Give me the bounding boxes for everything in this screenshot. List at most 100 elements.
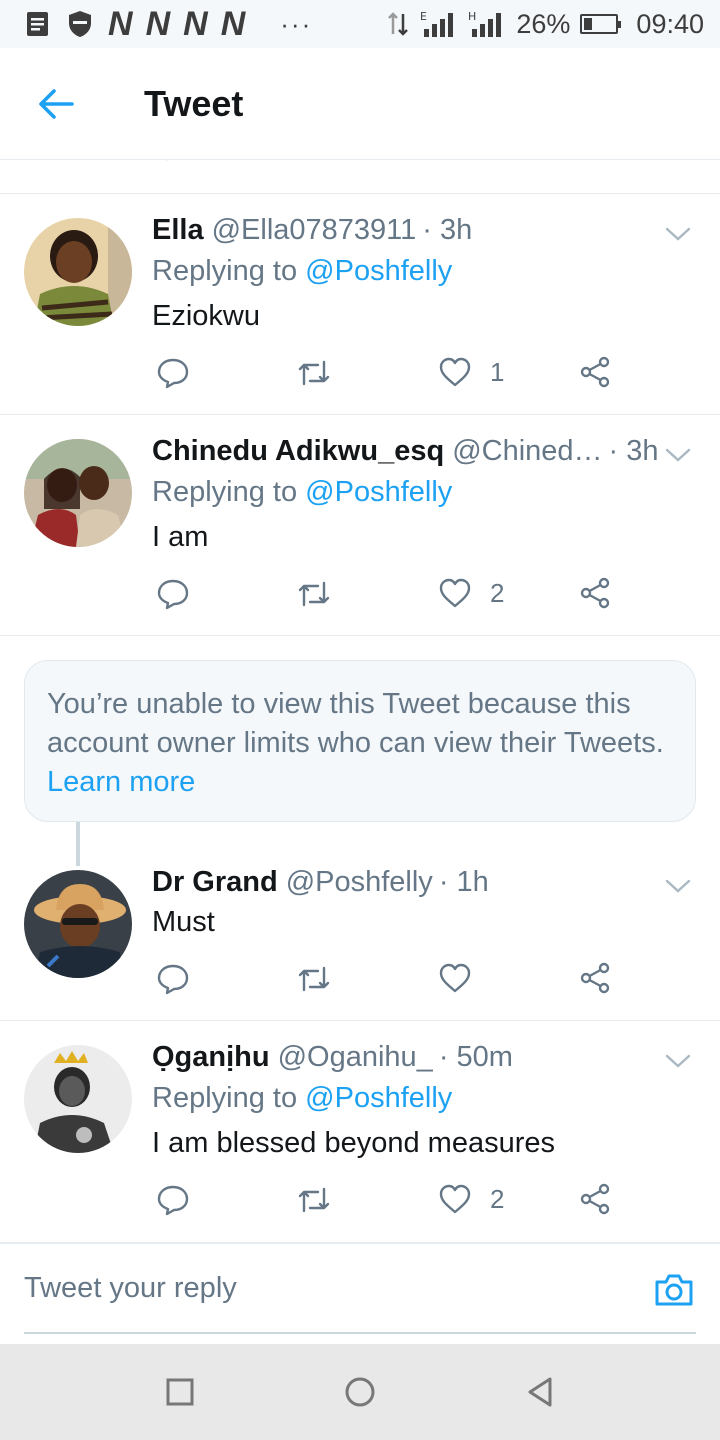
tweet-text: Must: [152, 906, 215, 938]
retweet-button[interactable]: [296, 577, 332, 611]
tweet-time: · 1h: [438, 866, 489, 898]
reply-bar: Tweet your reply: [0, 1242, 720, 1344]
tweet-header: Ella @Ella07873911 · 3h: [152, 214, 660, 247]
tweet-time: · 3h: [422, 214, 473, 246]
battery-percent: 26%: [516, 8, 571, 39]
retweet-button[interactable]: [296, 356, 332, 390]
tweet[interactable]: Chinedu Adikwu_esq @Chined… · 3h Replyin…: [0, 415, 720, 636]
reply-button[interactable]: [156, 356, 190, 390]
camera-icon: [655, 1274, 693, 1306]
reply-icon: [157, 579, 189, 610]
caret-down-icon[interactable]: [664, 445, 692, 465]
reply-icon: [157, 358, 189, 389]
home-circle-icon[interactable]: [340, 1372, 380, 1412]
avatar[interactable]: [24, 1045, 132, 1153]
tweet-header: Dr Grand @Poshfelly · 1h: [152, 866, 660, 899]
mention-link[interactable]: @Poshfelly: [305, 255, 452, 287]
like-count: 2: [490, 1183, 505, 1214]
replying-to: Replying to @Poshfelly: [152, 476, 452, 509]
status-right: E H 26% 09:40: [386, 9, 704, 40]
tweet-text: Eziokwu: [152, 300, 260, 332]
tweet-text: I am: [152, 521, 209, 553]
reply-button[interactable]: [156, 962, 190, 996]
mention-link[interactable]: @Poshfelly: [305, 476, 452, 508]
svg-text:E: E: [420, 10, 427, 23]
tweet-header: Ọganịhu @Oganihu_ · 50m: [152, 1041, 660, 1074]
user-handle[interactable]: @Ella07873911: [212, 214, 417, 247]
like-icon: [439, 578, 471, 608]
reply-input[interactable]: Tweet your reply: [24, 1244, 696, 1334]
more-notifications-dots: ···: [280, 8, 313, 39]
system-nav-bar: [0, 1344, 720, 1440]
back-button[interactable]: [16, 64, 96, 144]
share-icon: [580, 356, 610, 388]
share-button[interactable]: [578, 577, 612, 609]
like-button[interactable]: [438, 962, 490, 994]
battery-fill: [584, 18, 593, 30]
notification-n-icon: N: [108, 4, 133, 43]
avatar[interactable]: [24, 218, 132, 326]
action-bar: 1: [152, 356, 632, 396]
reply-button[interactable]: [156, 577, 190, 611]
like-icon: [439, 1184, 471, 1214]
tweet-time: · 3h: [608, 435, 659, 467]
learn-more-link[interactable]: Learn more: [47, 766, 195, 798]
like-button[interactable]: 2: [438, 577, 504, 609]
share-button[interactable]: [578, 1183, 612, 1215]
share-icon: [580, 577, 610, 609]
header: Tweet: [0, 48, 720, 160]
retweet-icon: [298, 1187, 330, 1213]
retweet-button[interactable]: [296, 1183, 332, 1217]
replying-to: Replying to @Poshfelly: [152, 255, 452, 288]
page-title: Tweet: [144, 82, 244, 124]
user-handle[interactable]: @Poshfelly: [286, 866, 433, 899]
mention-link[interactable]: @Poshfelly: [305, 1082, 452, 1114]
replying-to: Replying to @Poshfelly: [152, 1082, 452, 1115]
tweet[interactable]: Dr Grand @Poshfelly · 1h Must: [0, 850, 720, 1021]
data-transfer-icon: [388, 12, 409, 36]
caret-down-icon[interactable]: [664, 876, 692, 896]
like-button[interactable]: 2: [438, 1183, 504, 1215]
share-icon: [580, 962, 610, 994]
status-left: N N N N ···: [22, 5, 312, 44]
tweet[interactable]: Ella @Ella07873911 · 3h Replying to @Pos…: [0, 194, 720, 415]
unavailable-message: You’re unable to view this Tweet because…: [47, 688, 664, 759]
like-button[interactable]: 1: [438, 356, 504, 388]
reply-icon: [157, 1185, 189, 1216]
back-triangle-icon[interactable]: [520, 1372, 560, 1412]
back-arrow-icon: [39, 88, 74, 119]
retweet-button[interactable]: [296, 962, 332, 996]
share-button[interactable]: [578, 962, 612, 994]
avatar[interactable]: [24, 870, 132, 978]
recents-square-icon[interactable]: [160, 1372, 200, 1412]
tweet-header: Chinedu Adikwu_esq @Chined… · 3h: [152, 435, 660, 468]
camera-button[interactable]: [654, 1272, 694, 1313]
display-name[interactable]: Ella: [152, 214, 204, 247]
caret-down-icon[interactable]: [664, 224, 692, 244]
replying-prefix: Replying to: [152, 476, 298, 508]
notification-n-icon: N: [183, 4, 208, 43]
tweet[interactable]: Ọganịhu @Oganihu_ · 50m Replying to @Pos…: [0, 1021, 720, 1242]
like-count: 2: [490, 577, 505, 608]
share-icon: [580, 1183, 610, 1215]
reply-button[interactable]: [156, 1183, 190, 1217]
display-name[interactable]: Chinedu Adikwu_esq: [152, 435, 444, 468]
caret-down-icon[interactable]: [664, 1051, 692, 1071]
reply-placeholder: Tweet your reply: [24, 1271, 237, 1304]
avatar[interactable]: [24, 439, 132, 547]
notes-icon: [27, 12, 48, 36]
display-name[interactable]: Dr Grand: [152, 866, 278, 899]
action-bar: 2: [152, 577, 632, 617]
share-button[interactable]: [578, 356, 612, 388]
notification-n-icon: N: [145, 4, 171, 43]
replying-prefix: Replying to: [152, 1082, 298, 1114]
display-name[interactable]: Ọganịhu: [152, 1041, 270, 1074]
retweet-icon: [298, 360, 330, 386]
user-handle[interactable]: @Oganihu_: [278, 1041, 433, 1074]
user-handle[interactable]: @Chined…: [452, 435, 602, 468]
like-icon: [439, 963, 471, 993]
svg-text:H: H: [468, 10, 476, 23]
battery-icon: [580, 14, 622, 34]
tweet-text: I am blessed beyond measures: [152, 1127, 555, 1159]
status-bar: N N N N ··· E H 26% 09:40: [0, 0, 720, 48]
